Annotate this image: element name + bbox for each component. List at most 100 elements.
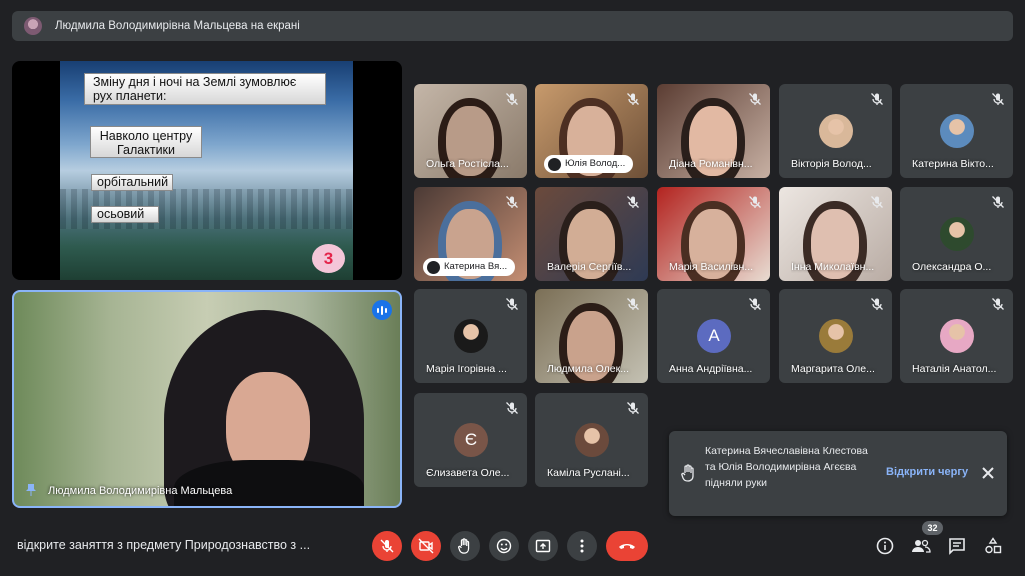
participant-avatar — [940, 114, 974, 148]
participant-tile[interactable]: Олександра О... — [900, 187, 1013, 281]
mic-off-icon — [506, 402, 518, 414]
mic-off-icon — [871, 196, 883, 208]
camera-off-icon — [418, 538, 434, 554]
pin-icon[interactable] — [26, 484, 36, 496]
close-icon[interactable] — [981, 466, 995, 480]
hand-icon — [458, 538, 470, 554]
mic-off-icon — [871, 298, 883, 310]
chat-button[interactable] — [947, 536, 967, 556]
participant-name: Катерина Вя... — [444, 261, 508, 272]
reactions-button[interactable] — [489, 531, 519, 561]
slide-option-orbital: орбітальний — [91, 174, 173, 191]
participant-tile[interactable]: Є Єлизавета Оле... — [414, 393, 527, 487]
participant-tile[interactable]: Інна Миколаївн... — [779, 187, 892, 281]
presentation-tile[interactable]: Зміну дня і ночі на Землі зумовлює рух п… — [12, 61, 402, 280]
slide-option-galaxy: Навколо центру Галактики — [90, 126, 202, 158]
more-options-button[interactable] — [567, 531, 597, 561]
participant-tile[interactable]: Маргарита Оле... — [779, 289, 892, 383]
mic-off-icon — [749, 298, 761, 310]
participant-tile[interactable]: Людмила Олек... — [535, 289, 648, 383]
participant-avatar — [575, 423, 609, 457]
activities-button[interactable] — [983, 536, 1003, 556]
participant-name: Марія Василівн... — [669, 261, 754, 273]
participant-name: Анна Андріївна... — [669, 363, 753, 375]
people-button[interactable] — [911, 536, 931, 556]
mic-off-icon — [992, 196, 1004, 208]
present-button[interactable] — [528, 531, 558, 561]
participant-tile[interactable]: Діана Романівн... — [657, 84, 770, 178]
participant-tile[interactable]: Катерина Вя... — [414, 187, 527, 281]
participant-tile[interactable]: Катерина Вікто... — [900, 84, 1013, 178]
participant-avatar — [940, 319, 974, 353]
raised-hands-toast: Катерина Вячеславівна Клестова та Юлія В… — [669, 431, 1007, 516]
self-video-tile[interactable]: Людмила Володимирівна Мальцева — [12, 290, 402, 508]
raise-hand-icon — [681, 464, 694, 482]
participant-name: Людмила Олек... — [547, 363, 629, 375]
mic-off-icon — [627, 93, 639, 105]
end-call-icon — [619, 544, 635, 549]
participant-tile[interactable]: Юлія Волод... — [535, 84, 648, 178]
camera-toggle-button[interactable] — [411, 531, 441, 561]
participant-avatar — [819, 319, 853, 353]
mic-off-icon — [749, 196, 761, 208]
leave-call-button[interactable] — [606, 531, 648, 561]
info-icon — [876, 537, 894, 555]
raise-hand-icon — [548, 157, 561, 171]
participant-name: Ольга Ростісла... — [426, 158, 509, 170]
speaking-indicator-icon — [372, 300, 392, 320]
people-icon — [912, 539, 931, 553]
mic-off-icon — [749, 93, 761, 105]
mic-off-icon — [627, 402, 639, 414]
slide-option-axial: осьовий — [91, 206, 159, 223]
activities-icon — [985, 537, 1002, 554]
participant-name: Марія Ігорівна ... — [426, 363, 507, 375]
participant-tile[interactable]: Каміла Руслані... — [535, 393, 648, 487]
participant-tile[interactable]: Вікторія Волод... — [779, 84, 892, 178]
mic-off-icon — [506, 298, 518, 310]
mic-off-icon — [627, 196, 639, 208]
mic-off-icon — [380, 539, 394, 553]
participant-tile[interactable]: Наталія Анатол... — [900, 289, 1013, 383]
participant-name: Олександра О... — [912, 261, 992, 273]
raised-hand-chip: Катерина Вя... — [423, 258, 516, 276]
participant-name: Інна Миколаївн... — [791, 261, 875, 273]
mic-off-icon — [627, 298, 639, 310]
more-vert-icon — [580, 539, 584, 553]
mic-off-icon — [992, 93, 1004, 105]
self-tile-name: Людмила Володимирівна Мальцева — [48, 485, 233, 497]
participant-initial-avatar: A — [697, 319, 731, 353]
meeting-title[interactable]: відкрите заняття з предмету Природознавс… — [17, 538, 310, 552]
toast-message: Катерина Вячеславівна Клестова та Юлія В… — [705, 445, 868, 489]
presenting-bar: Людмила Володимирівна Мальцева на екрані — [12, 11, 1013, 41]
emoji-icon — [496, 538, 512, 554]
participant-avatar — [819, 114, 853, 148]
participant-tile[interactable]: Марія Василівн... — [657, 187, 770, 281]
mic-off-icon — [871, 93, 883, 105]
participant-tile[interactable]: A Анна Андріївна... — [657, 289, 770, 383]
presenter-avatar — [24, 17, 42, 35]
participant-name: Каміла Руслані... — [547, 467, 630, 479]
participant-count-badge: 32 — [922, 521, 943, 535]
participant-avatar — [454, 319, 488, 353]
participant-tile[interactable]: Ольга Ростісла... — [414, 84, 527, 178]
participant-name: Катерина Вікто... — [912, 158, 994, 170]
presenting-text: Людмила Володимирівна Мальцева на екрані — [55, 20, 300, 32]
mic-off-icon — [506, 196, 518, 208]
participant-name: Валерія Сергіїв... — [547, 261, 632, 273]
participant-name: Вікторія Волод... — [791, 158, 872, 170]
present-screen-icon — [535, 539, 551, 553]
raised-hand-chip: Юлія Волод... — [544, 155, 634, 173]
participant-name: Наталія Анатол... — [912, 363, 997, 375]
raise-hand-icon — [427, 260, 440, 274]
mic-toggle-button[interactable] — [372, 531, 402, 561]
participant-avatar — [940, 217, 974, 251]
chat-icon — [949, 538, 965, 555]
slide-question: Зміну дня і ночі на Землі зумовлює рух п… — [84, 73, 326, 105]
participant-name: Діана Романівн... — [669, 158, 753, 170]
participant-tile[interactable]: Марія Ігорівна ... — [414, 289, 527, 383]
participant-initial-avatar: Є — [454, 423, 488, 457]
meeting-details-button[interactable] — [875, 536, 895, 556]
participant-tile[interactable]: Валерія Сергіїв... — [535, 187, 648, 281]
open-queue-button[interactable]: Відкрити чергу — [886, 466, 968, 478]
raise-hand-button[interactable] — [450, 531, 480, 561]
